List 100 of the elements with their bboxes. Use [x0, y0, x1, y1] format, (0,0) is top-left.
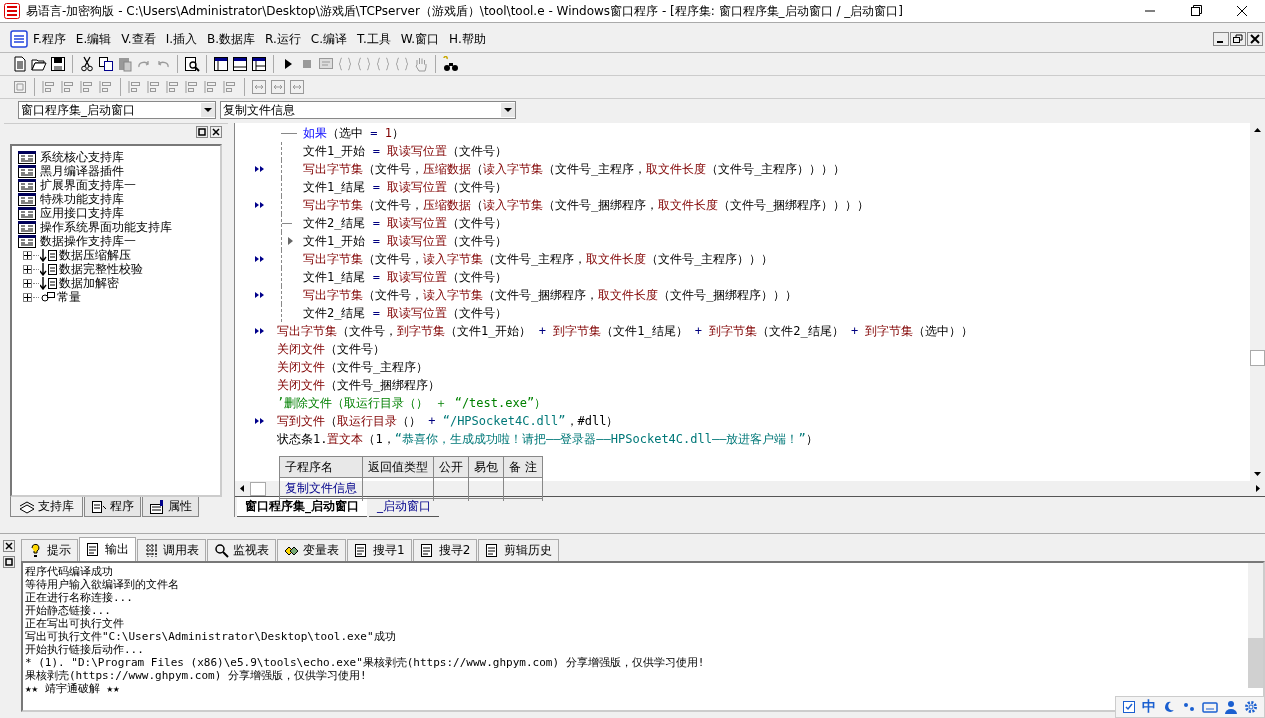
panel-layout-icon[interactable] [213, 56, 229, 72]
menu-item[interactable]: E.编辑 [70, 30, 117, 48]
save-icon[interactable] [50, 56, 66, 72]
app-logo-icon [10, 30, 28, 48]
column-header: 返回值类型 [362, 456, 434, 478]
table-cell: 复制文件信息 [285, 480, 357, 495]
code-line: 文件1_开始 = 取读写位置（文件号） [303, 142, 508, 160]
dots-icon[interactable] [1182, 700, 1196, 714]
keyboard-icon[interactable] [1202, 700, 1218, 714]
menu-item[interactable]: C.编译 [305, 30, 353, 48]
panel-layout-icon[interactable] [251, 56, 267, 72]
menu-item[interactable]: H.帮助 [444, 30, 491, 48]
book-icon [18, 234, 36, 248]
open-folder-icon[interactable] [31, 56, 47, 72]
key-icon [40, 291, 56, 303]
book-icon [18, 164, 36, 178]
output-line: 正在进行名称连接... [25, 591, 134, 604]
moon-icon[interactable] [1162, 700, 1176, 714]
panel-tab[interactable]: 支持库 [10, 497, 83, 517]
output-line: 写出可执行文件"C:\Users\Administrator\Desktop\tool.exe"成功 [25, 630, 397, 643]
code-line: 状态条1.置文本（1，“恭喜你，生成成功啦！请把——登录器——HPSocket4C.dll——放进客户端！”） [277, 430, 818, 448]
menu-item[interactable]: V.查看 [116, 30, 161, 48]
code-line: 文件2_结尾 = 取读写位置（文件号） [303, 214, 508, 232]
code-line: 写到文件（取运行目录（） + “/HPSocket4C.dll”，#dll） [277, 412, 619, 430]
output-line: 开始静态链接... [25, 604, 112, 617]
scrollbar-thumb[interactable] [1250, 350, 1265, 366]
code-line: 写出字节集（文件号，到字节集（文件1_开始） + 到字节集（文件1_结尾） + 到字节集（文件2_结尾） + 到字节集（选中）） [277, 322, 974, 340]
menu-item[interactable]: I.插入 [160, 30, 203, 48]
output-line: 开始执行链接后动作... [25, 643, 145, 656]
output-line: * (1). "D:\Program Files (x86)\e5.9\tools\echo.exe"果核剥壳(https://www.ghpym.com) 分享增强版，仅供学习使用! [25, 656, 706, 669]
panel-tab[interactable]: 输出 [79, 537, 136, 561]
document-icon[interactable] [86, 542, 101, 557]
code-line: 文件1_结尾 = 取读写位置（文件号） [303, 178, 508, 196]
close-button[interactable] [210, 126, 222, 138]
scissors-icon[interactable] [79, 56, 95, 72]
code-line: 写出字节集（文件号，读入字节集（文件号_主程序，取文件长度（文件号_主程序））） [303, 250, 774, 268]
code-line: 文件1_开始 = 取读写位置（文件号） [303, 232, 508, 250]
code-line: 如果（选中 = 1） [303, 124, 404, 142]
checkbox-icon[interactable] [1122, 700, 1136, 714]
document-icon[interactable] [91, 499, 107, 514]
window-title: 易语言-加密狗版 - C:\Users\Administrator\Desktop\游戏盾\TCPserver（游戏盾）\tool\tool.e - Windows窗口程序 - [程序集: 窗口程序集_启动窗口 / _启动窗口] [26, 2, 903, 20]
code-line: 关闭文件（文件号_主程序） [277, 358, 429, 376]
expand-button[interactable] [23, 264, 32, 274]
book-icon [18, 150, 36, 164]
user-icon[interactable] [1224, 700, 1238, 714]
ime-mode[interactable]: 中 [1142, 698, 1156, 716]
code-line: 文件1_结尾 = 取读写位置（文件号） [303, 268, 508, 286]
app-icon [4, 3, 20, 19]
restore-button[interactable] [1230, 32, 1246, 46]
menu-item[interactable]: B.数据库 [202, 30, 261, 48]
close-button[interactable] [1247, 32, 1263, 46]
dropdown[interactable]: 复制文件信息 [220, 101, 516, 119]
editor-tab[interactable]: _启动窗口 [369, 497, 439, 517]
dropdown[interactable]: 窗口程序集_启动窗口 [18, 101, 216, 119]
book-icon [18, 220, 36, 234]
menu-item[interactable]: W.窗口 [395, 30, 445, 48]
list-icon [40, 262, 58, 276]
book-icon [18, 206, 36, 220]
menu-item[interactable]: F.程序 [28, 30, 71, 48]
output-line: 等待用户输入欲编译到的文件名 [25, 578, 180, 591]
vertical-scrollbar[interactable] [1248, 563, 1263, 688]
menu-item[interactable]: T.工具 [352, 30, 396, 48]
output-line: 正在写出可执行文件 [25, 617, 125, 630]
panel-tab[interactable]: 属性 [142, 497, 199, 517]
expand-button[interactable] [23, 250, 32, 260]
settings-icon[interactable] [1244, 700, 1258, 714]
code-line: 关闭文件（文件号_捆绑程序） [277, 376, 441, 394]
maximize-button[interactable] [196, 126, 208, 138]
menu-item[interactable]: R.运行 [260, 30, 306, 48]
scrollbar-thumb[interactable] [1248, 638, 1263, 688]
scrollbar-thumb[interactable] [250, 481, 266, 496]
new-file-icon[interactable] [12, 56, 28, 72]
book-icon [18, 192, 36, 206]
expand-button[interactable] [23, 278, 32, 288]
code-line: 关闭文件（文件号） [277, 340, 385, 358]
panel-layout-icon[interactable] [232, 56, 248, 72]
properties-icon[interactable] [149, 499, 165, 514]
column-header: 公开 [433, 456, 469, 478]
minimize-button[interactable] [1213, 32, 1229, 46]
maximize-button[interactable] [3, 556, 15, 568]
panel-tab[interactable]: 程序 [84, 497, 141, 517]
close-button[interactable] [3, 540, 15, 552]
layers-icon[interactable] [19, 499, 35, 514]
binoculars-icon[interactable] [442, 56, 460, 72]
code-line: 写出字节集（文件号，压缩数据（读入字节集（文件号_捆绑程序，取文件长度（文件号_捆绑程序）））） [303, 196, 870, 214]
column-header: 子程序名 [279, 456, 363, 478]
book-icon [18, 178, 36, 192]
copy-icon[interactable] [98, 56, 114, 72]
output-line: 程序代码编译成功 [25, 565, 114, 578]
grid-icon[interactable] [144, 543, 159, 558]
question-icon[interactable] [28, 543, 43, 558]
editor-tab[interactable]: 窗口程序集_启动窗口 [237, 497, 367, 517]
output-line: 果核剥壳(https://www.ghpym.com) 分享增强版，仅供学习使用! [25, 669, 368, 682]
search-icon[interactable] [214, 543, 229, 558]
list-icon [40, 276, 58, 290]
column-header: 备 注 [503, 456, 543, 478]
output-line: ★★ 靖宇通破解 ★★ [25, 682, 121, 695]
code-line: 写出字节集（文件号，压缩数据（读入字节集（文件号_主程序，取文件长度（文件号_主程序）））） [303, 160, 846, 178]
list-icon [40, 248, 58, 262]
expand-button[interactable] [23, 292, 32, 302]
